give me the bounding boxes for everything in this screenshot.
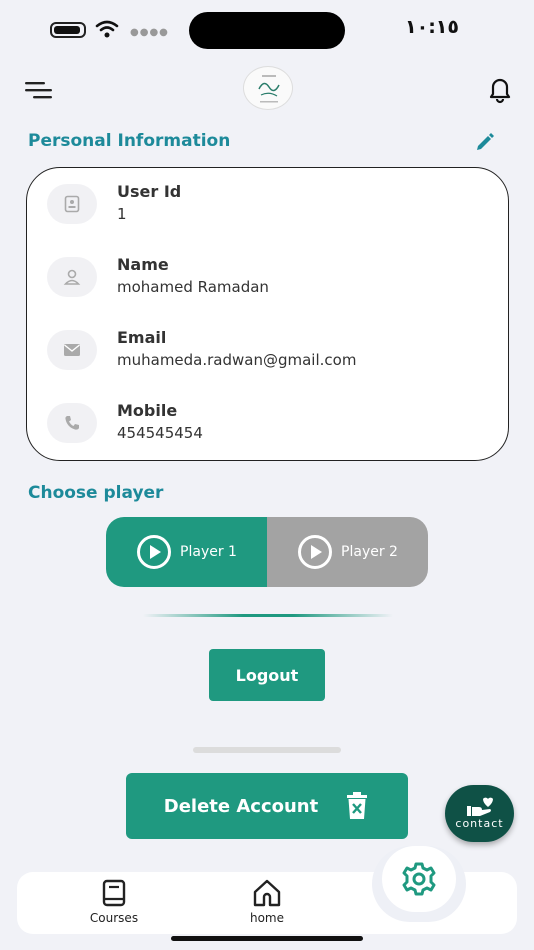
user-id-value: 1: [117, 205, 127, 223]
id-card-icon: [47, 184, 97, 224]
contact-label: contact: [455, 817, 504, 830]
gear-icon: [402, 862, 436, 896]
name-value: mohamed Ramadan: [117, 278, 269, 296]
nav-home-label: home: [249, 911, 285, 925]
status-time: ١٠:١٥: [405, 16, 459, 38]
info-row-user-id: User Id 1: [47, 182, 487, 234]
wifi-icon: [95, 20, 119, 38]
personal-info-title: Personal Information: [28, 131, 231, 151]
delete-account-button[interactable]: Delete Account: [126, 773, 408, 839]
nav-courses-label: Courses: [89, 911, 139, 925]
email-label: Email: [117, 328, 167, 347]
play-circle-icon: [137, 535, 172, 569]
phone-icon: [47, 403, 97, 443]
signal-icon: ●●●●: [130, 27, 169, 38]
personal-info-card: User Id 1 Name mohamed Ramadan Email muh…: [26, 167, 509, 461]
user-icon: [47, 257, 97, 297]
user-id-label: User Id: [117, 182, 182, 201]
player-2-label: Player 2: [341, 544, 398, 560]
book-icon: [102, 879, 126, 907]
battery-icon: [50, 22, 86, 38]
menu-icon[interactable]: [25, 80, 53, 100]
play-circle-icon: [298, 535, 333, 569]
delete-account-label: Delete Account: [163, 795, 319, 817]
settings-tab[interactable]: [382, 846, 456, 912]
email-value: muhameda.radwan@gmail.com: [117, 351, 357, 369]
scroll-indicator: [193, 747, 341, 753]
player-2-button[interactable]: Player 2: [267, 517, 428, 587]
info-row-email: Email muhameda.radwan@gmail.com: [47, 328, 487, 380]
home-indicator: [171, 936, 363, 941]
pencil-icon[interactable]: [474, 131, 496, 153]
hand-heart-icon: [466, 797, 493, 816]
home-icon: [253, 879, 281, 907]
divider: [143, 614, 393, 617]
info-row-mobile: Mobile 454545454: [47, 401, 487, 453]
info-row-name: Name mohamed Ramadan: [47, 255, 487, 307]
logout-button[interactable]: Logout: [209, 649, 325, 701]
name-label: Name: [117, 255, 169, 274]
contact-button[interactable]: contact: [445, 785, 514, 842]
dynamic-island: [189, 12, 345, 49]
nav-item-home[interactable]: home: [240, 879, 294, 925]
trash-icon: [347, 792, 368, 819]
mobile-label: Mobile: [117, 401, 178, 420]
mobile-value: 454545454: [117, 424, 203, 442]
choose-player-title: Choose player: [28, 483, 164, 503]
player-1-label: Player 1: [180, 544, 237, 560]
app-logo: [243, 66, 293, 110]
bell-icon[interactable]: [485, 74, 515, 104]
nav-item-courses[interactable]: Courses: [87, 879, 141, 925]
mail-icon: [47, 330, 97, 370]
player-switch: Player 1 Player 2: [106, 517, 428, 587]
player-1-button[interactable]: Player 1: [106, 517, 267, 587]
